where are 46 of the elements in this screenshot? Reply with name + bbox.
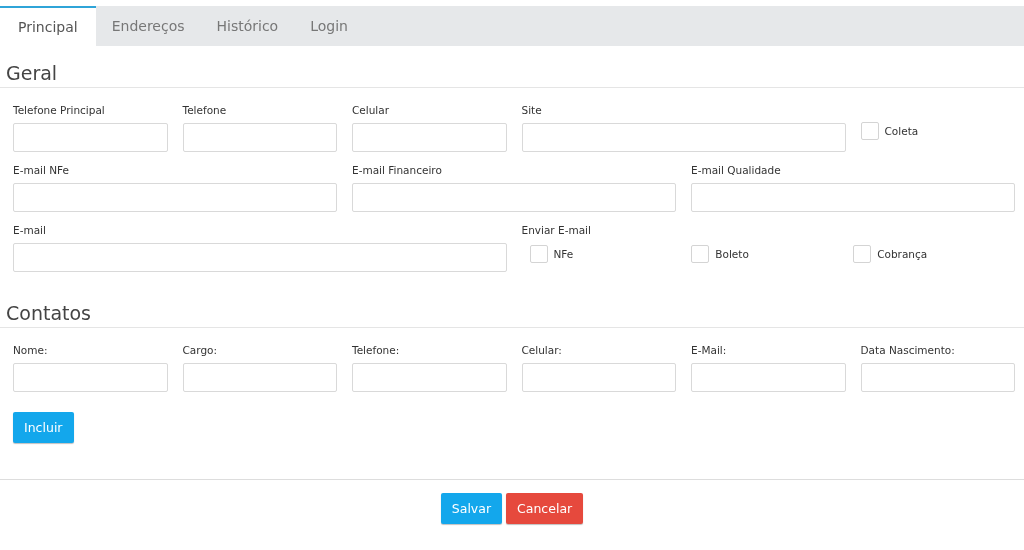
input-field[interactable] [860,363,1015,392]
input-field[interactable] [13,243,507,272]
section-title: Contatos [0,302,1024,328]
checkbox-label: NFe [553,248,574,260]
save-button[interactable]: Salvar [440,493,503,524]
field-label: E-Mail: [691,344,728,358]
field-label: E-mail Qualidade [691,164,782,178]
checkbox-label: Boleto [715,248,749,260]
input-field[interactable] [521,363,676,392]
checkbox[interactable] [853,245,872,263]
checkbox[interactable] [860,122,879,140]
field-label: Telefone [182,104,228,118]
add-button[interactable]: Incluir [13,412,74,443]
checkbox-label: Cobrança [877,248,928,260]
field-label: Telefone: [352,344,401,358]
field-label: E-mail Financeiro [352,164,443,178]
tab[interactable]: Histórico [200,6,295,46]
input-field[interactable] [182,363,337,392]
field-label: Celular: [521,344,563,358]
field-label: E-mail [13,224,47,238]
tab[interactable]: Principal [0,6,96,46]
checkbox-label: Coleta [884,125,919,137]
input-field[interactable] [352,363,507,392]
input-field[interactable] [352,183,676,212]
input-field[interactable] [182,123,337,152]
input-field[interactable] [521,123,846,152]
checkbox[interactable] [691,245,710,263]
field-label: Data Nascimento: [860,344,956,358]
field-label: Celular [352,104,391,118]
input-field[interactable] [691,363,846,392]
input-field[interactable] [352,123,507,152]
input-field[interactable] [13,183,337,212]
field-label: Enviar E-mail [521,224,592,238]
field-label: Cargo: [182,344,219,358]
field-label: Site [521,104,543,118]
input-field[interactable] [691,183,1015,212]
tab[interactable]: Login [294,6,364,46]
field-label: Nome: [13,344,49,358]
field-label: E-mail NFe [13,164,71,178]
cancel-button[interactable]: Cancelar [506,493,584,524]
input-field[interactable] [13,363,168,392]
input-field[interactable] [13,123,168,152]
section-title: Geral [0,62,1024,88]
checkbox[interactable] [529,245,548,263]
tab[interactable]: Endereços [95,6,201,46]
field-label: Telefone Principal [13,104,106,118]
